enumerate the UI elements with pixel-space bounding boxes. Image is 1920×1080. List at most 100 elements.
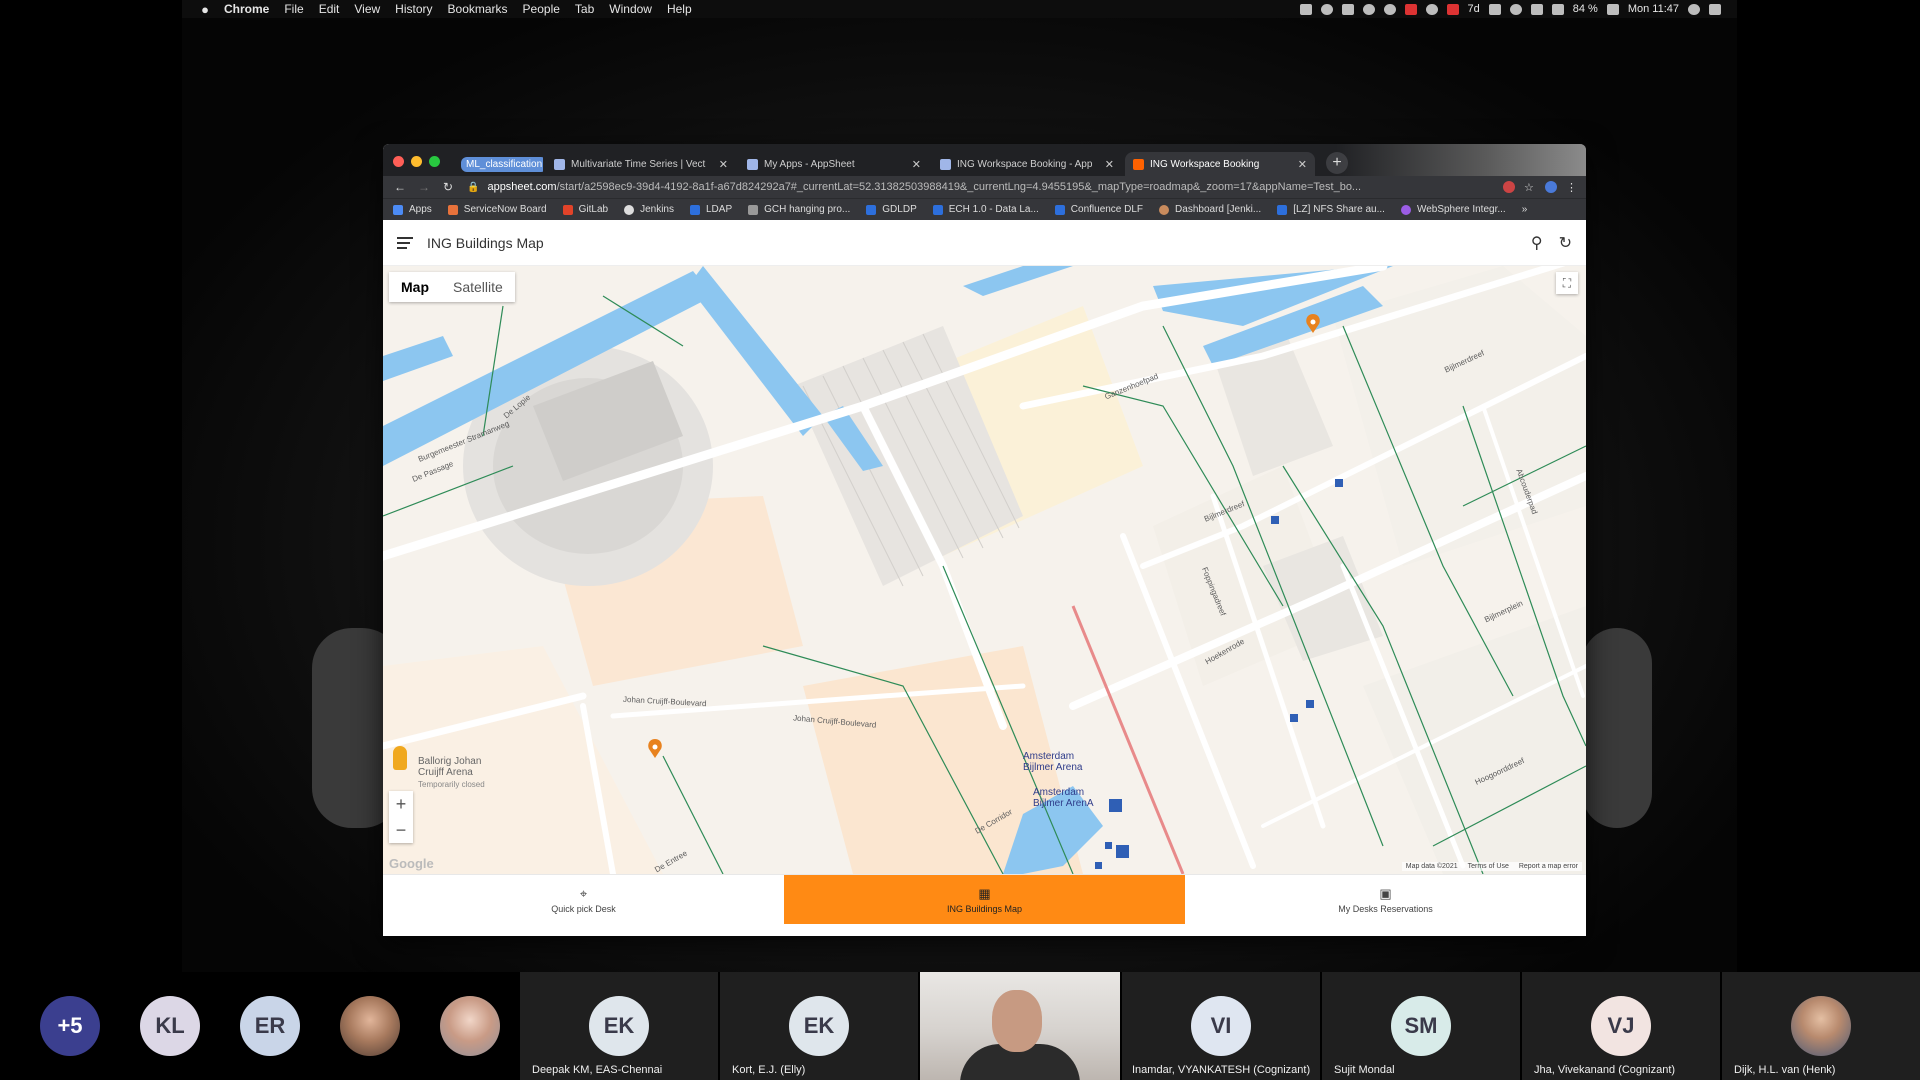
street-view-pegman-icon[interactable] <box>393 746 407 770</box>
bookmark-websphere[interactable]: WebSphere Integr... <box>1400 204 1506 215</box>
close-window-button[interactable] <box>393 156 404 167</box>
bookmark-jenkins[interactable]: Jenkins <box>624 204 674 215</box>
shield-icon[interactable] <box>1446 3 1459 15</box>
tab-workspace-booking-app[interactable]: ING Workspace Booking - App ✕ <box>932 152 1122 176</box>
nav-label: Quick pick Desk <box>551 903 616 914</box>
map-label-arena[interactable]: Amsterdam Bijlmer Arena <box>1023 751 1093 773</box>
back-icon[interactable]: ← <box>391 180 409 194</box>
bookmark-confluence-dlf[interactable]: Confluence DLF <box>1054 204 1143 215</box>
page-title: ING Buildings Map <box>427 234 544 251</box>
address-bar[interactable]: 🔒 appsheet.com /start/a2598ec9-39d4-4192… <box>463 178 1494 196</box>
bookmark-gitlab[interactable]: GitLab <box>562 204 608 215</box>
close-tab-icon[interactable]: ✕ <box>1105 158 1114 171</box>
bluetooth-icon[interactable] <box>1488 3 1501 15</box>
spotlight-search-icon[interactable] <box>1688 3 1700 15</box>
participant-avatar[interactable]: ER <box>240 996 300 1056</box>
bookmark-gdldp[interactable]: GDLDP <box>866 204 917 215</box>
wifi-icon[interactable] <box>1509 3 1522 15</box>
map-canvas[interactable] <box>383 266 1586 874</box>
menu-history[interactable]: History <box>395 2 432 16</box>
menu-help[interactable]: Help <box>667 2 692 16</box>
app-red-icon[interactable] <box>1404 3 1417 15</box>
report-map-error-link[interactable]: Report a map error <box>1519 863 1578 870</box>
bookmark-label: GDLDP <box>882 204 917 215</box>
search-icon[interactable]: ⚲ <box>1531 233 1543 253</box>
weather-text[interactable]: 7d <box>1468 3 1480 15</box>
participant-tile[interactable]: EK Kort, E.J. (Elly) <box>720 972 918 1080</box>
menu-app-name[interactable]: Chrome <box>224 2 269 16</box>
menu-view[interactable]: View <box>354 2 380 16</box>
refresh-icon[interactable]: ↻ <box>1559 233 1572 253</box>
close-tab-icon[interactable]: ✕ <box>719 158 728 171</box>
menu-edit[interactable]: Edit <box>319 2 340 16</box>
clock[interactable]: Mon 11:47 <box>1628 3 1679 15</box>
reload-icon[interactable]: ↻ <box>439 180 457 194</box>
nav-my-desks-reservations[interactable]: ▣ My Desks Reservations <box>1185 875 1586 924</box>
tab-my-apps[interactable]: My Apps - AppSheet ✕ <box>739 152 929 176</box>
participant-tile[interactable]: EK Deepak KM, EAS-Chennai <box>520 972 718 1080</box>
close-tab-icon[interactable]: ✕ <box>1298 158 1307 171</box>
zoom-out-button[interactable]: − <box>389 817 413 843</box>
sync-icon[interactable] <box>1383 3 1396 15</box>
tab-group-ml-classification[interactable]: ML_classification <box>453 152 543 176</box>
map-label-station[interactable]: Amsterdam Bijlmer ArenA <box>1033 787 1103 809</box>
participant-name: Kort, E.J. (Elly) <box>732 1064 806 1076</box>
display-icon[interactable] <box>1530 3 1543 15</box>
nav-ing-buildings-map[interactable]: ▦ ING Buildings Map <box>784 875 1185 924</box>
bookmark-dashboard[interactable]: Dashboard [Jenki... <box>1159 204 1261 215</box>
bookmark-label: LDAP <box>705 204 733 215</box>
extension-icon[interactable] <box>1503 181 1515 193</box>
location-icon[interactable] <box>1299 3 1312 15</box>
moon-icon[interactable] <box>1362 3 1375 15</box>
bookmark-ech[interactable]: ECH 1.0 - Data La... <box>932 204 1039 215</box>
bookmark-servicenow[interactable]: ServiceNow Board <box>447 204 547 215</box>
terms-of-use-link[interactable]: Terms of Use <box>1468 863 1509 870</box>
map-type-satellite-button[interactable]: Satellite <box>441 272 515 302</box>
notification-center-icon[interactable] <box>1709 3 1721 15</box>
apple-menu-icon[interactable]: ● <box>198 2 212 17</box>
bookmark-gch[interactable]: GCH hanging pro... <box>748 204 850 215</box>
map[interactable]: Map Satellite ⛶ Amsterdam Bijlmer Arena … <box>383 266 1586 874</box>
tab-multivariate[interactable]: Multivariate Time Series | Vect ✕ <box>546 152 736 176</box>
participant-tile[interactable]: VJ Jha, Vivekanand (Cognizant) <box>1522 972 1720 1080</box>
profile-avatar-icon[interactable] <box>1545 181 1557 193</box>
menu-people[interactable]: People <box>523 2 560 16</box>
zoom-in-button[interactable]: + <box>389 791 413 817</box>
bookmark-nfs-share[interactable]: [LZ] NFS Share au... <box>1277 204 1385 215</box>
map-label-ballorig[interactable]: Ballorig Johan Cruijff Arena <box>418 756 498 778</box>
bookmark-ldap[interactable]: LDAP <box>689 204 733 215</box>
fullscreen-icon[interactable]: ⛶ <box>1556 272 1578 294</box>
battery-percent[interactable]: 84 % <box>1573 3 1598 15</box>
lock-icon[interactable]: 🔒 <box>467 182 479 193</box>
participant-photo[interactable] <box>440 996 500 1056</box>
bookmarks-overflow-button[interactable]: » <box>1522 204 1528 215</box>
participant-video[interactable] <box>920 972 1120 1080</box>
menu-window[interactable]: Window <box>609 2 652 16</box>
forward-icon[interactable]: → <box>415 180 433 194</box>
nav-quick-pick-desk[interactable]: ⌖ Quick pick Desk <box>383 875 784 924</box>
menu-tab[interactable]: Tab <box>575 2 594 16</box>
zoom-window-button[interactable] <box>429 156 440 167</box>
cloud-icon[interactable] <box>1320 3 1333 15</box>
bookmark-star-icon[interactable]: ☆ <box>1524 181 1536 194</box>
menu-bookmarks[interactable]: Bookmarks <box>448 2 508 16</box>
more-participants-badge[interactable]: +5 <box>40 996 100 1056</box>
menu-file[interactable]: File <box>284 2 303 16</box>
close-tab-icon[interactable]: ✕ <box>912 158 921 171</box>
map-type-map-button[interactable]: Map <box>389 272 441 302</box>
confluence-icon <box>866 204 877 215</box>
lock-icon[interactable] <box>1341 3 1354 15</box>
battery-icon[interactable] <box>1606 3 1619 15</box>
tab-workspace-booking-active[interactable]: ING Workspace Booking ✕ <box>1125 152 1315 176</box>
more-menu-icon[interactable]: ⋮ <box>1566 181 1578 194</box>
participant-avatar[interactable]: KL <box>140 996 200 1056</box>
participant-tile[interactable]: Dijk, H.L. van (Henk) <box>1722 972 1920 1080</box>
participant-tile[interactable]: VI Inamdar, VYANKATESH (Cognizant) <box>1122 972 1320 1080</box>
volume-icon[interactable] <box>1551 3 1564 15</box>
minimize-window-button[interactable] <box>411 156 422 167</box>
hamburger-menu-icon[interactable] <box>397 236 413 249</box>
bookmark-apps[interactable]: Apps <box>393 204 432 215</box>
participant-photo[interactable] <box>340 996 400 1056</box>
participant-tile[interactable]: SM Sujit Mondal <box>1322 972 1520 1080</box>
half-circle-icon[interactable] <box>1425 3 1438 15</box>
